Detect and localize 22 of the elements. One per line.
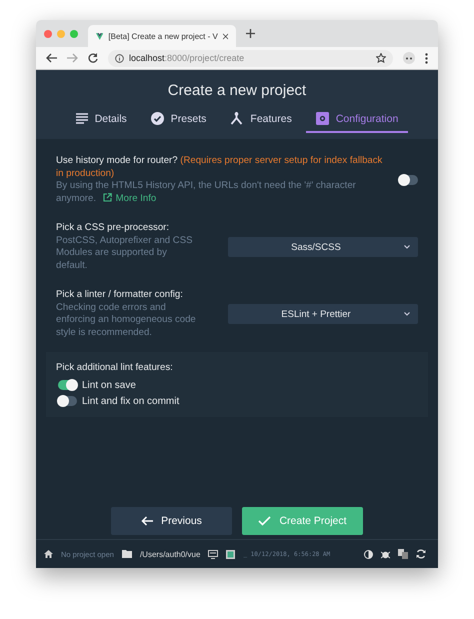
more-info-link[interactable]: More Info (116, 192, 156, 204)
page-title: Create a new project (168, 82, 306, 99)
setting-label: Use history mode for router? (Requires proper server setup for index fallback in production) (56, 155, 383, 180)
folder-path[interactable]: /Users/auth0/vue (140, 550, 200, 558)
setting-label: Pick additional lint features: (56, 362, 174, 373)
option-label: Lint on save (82, 380, 136, 390)
step-tab[interactable]: Details (66, 108, 137, 133)
option-label: Lint and fix on commit (82, 396, 180, 406)
step-tab[interactable]: Features (220, 108, 302, 133)
setting-label: Pick a linter / formatter config: (56, 289, 184, 302)
setting-description: Checking code errors and enforcing an homogeneous code style is recommended. (56, 302, 197, 339)
browser-tab[interactable]: [Beta] Create a new project - V (88, 25, 236, 47)
previous-button[interactable]: Previous (111, 507, 232, 535)
tab-title: [Beta] Create a new project - V (108, 32, 218, 40)
step-tab[interactable]: Presets (140, 108, 216, 133)
setting-label: Pick a CSS pre-processor: (56, 222, 170, 234)
step-tab[interactable]: Configuration (306, 108, 408, 133)
select-dropdown[interactable]: Sass/SCSS (228, 237, 418, 257)
select-dropdown[interactable]: ESLint + Prettier (228, 304, 418, 324)
setting-description: By using the HTML5 History API, the URLs don't need the '#' character anymore. More Info (56, 180, 357, 205)
address-field[interactable]: localhost:8000/project/create (108, 50, 393, 66)
setting-description: PostCSS, Autoprefixer and CSS Modules are supported by default. (56, 234, 194, 272)
